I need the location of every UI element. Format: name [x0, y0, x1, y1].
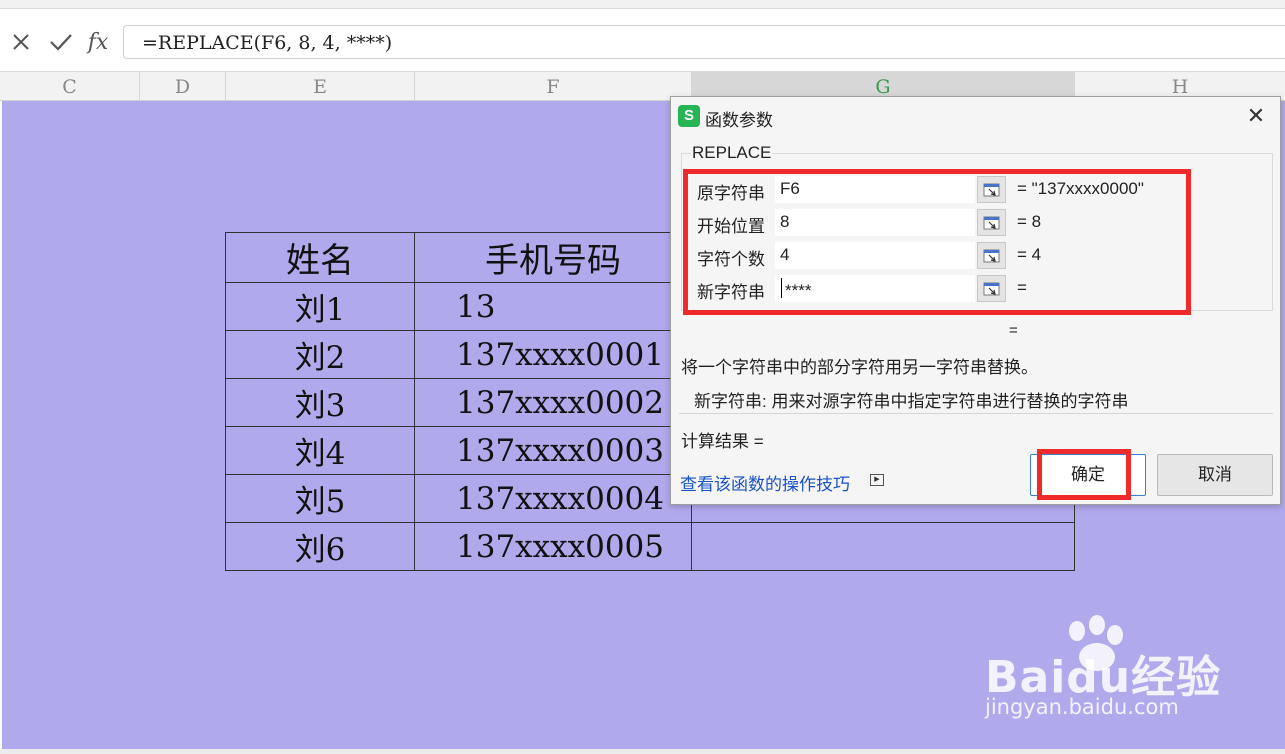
argument-description: 新字符串: 用来对源字符串中指定字符串进行替换的字符串	[694, 392, 1129, 411]
bottom-strip	[0, 749, 1285, 754]
fx-icon[interactable]: fx	[84, 28, 112, 56]
cell-name[interactable]: 刘6	[225, 522, 415, 571]
cell-name[interactable]: 刘4	[225, 426, 415, 475]
dialog-title: 函数参数	[705, 111, 773, 130]
cell-phone[interactable]: 137xxxx0004	[414, 474, 692, 523]
highlight-box-ok	[1037, 449, 1131, 500]
cell-name[interactable]: 刘2	[225, 330, 415, 379]
calc-result: 计算结果 =	[681, 432, 764, 451]
column-header-f[interactable]: F	[415, 72, 692, 101]
cell-name[interactable]: 刘5	[225, 474, 415, 523]
cell-phone[interactable]: 137xxxx0002	[414, 378, 692, 427]
header-name[interactable]: 姓名	[225, 232, 415, 283]
divider	[679, 413, 1273, 414]
header-phone[interactable]: 手机号码	[414, 232, 692, 283]
cancel-button[interactable]: 取消	[1157, 454, 1273, 496]
top-strip	[0, 0, 1285, 9]
close-icon[interactable]	[7, 28, 35, 56]
watermark: Baidu经验 jingyan.baidu.com	[985, 615, 1225, 725]
formula-text: =REPLACE(F6, 8, 4, ****)	[142, 32, 393, 54]
column-header-e[interactable]: E	[226, 72, 415, 101]
cell-name[interactable]: 刘3	[225, 378, 415, 427]
watermark-url: jingyan.baidu.com	[985, 695, 1179, 719]
cell-phone[interactable]: 137xxxx0001	[414, 330, 692, 379]
function-arguments-dialog: S 函数参数 ✕ REPLACE 原字符串 F6 = "137xxxx0000"…	[670, 96, 1281, 505]
function-description: 将一个字符串中的部分字符用另一字符串替换。	[681, 358, 1038, 377]
app-logo-icon: S	[678, 105, 700, 127]
highlight-box-arguments	[683, 169, 1191, 315]
formula-input[interactable]: =REPLACE(F6, 8, 4, ****)	[123, 25, 1285, 59]
cell-name[interactable]: 刘1	[225, 282, 415, 331]
cell-result[interactable]	[691, 522, 1075, 571]
table-row: 刘6 137xxxx0005	[225, 522, 1075, 571]
video-icon[interactable]: ▶	[870, 474, 884, 486]
cell-phone[interactable]: 137xxxx0005	[414, 522, 692, 571]
formula-bar: fx =REPLACE(F6, 8, 4, ****)	[0, 9, 1285, 69]
cell-phone[interactable]: 137xxxx0003	[414, 426, 692, 475]
column-header-c[interactable]: C	[0, 72, 140, 101]
column-header-d[interactable]: D	[140, 72, 226, 101]
formula-result-eq: =	[1009, 322, 1018, 339]
function-name: REPLACE	[691, 143, 773, 163]
help-link[interactable]: 查看该函数的操作技巧	[680, 470, 850, 495]
check-icon[interactable]	[47, 28, 75, 56]
close-icon[interactable]: ✕	[1243, 103, 1269, 129]
cell-phone[interactable]: 13	[414, 282, 692, 331]
